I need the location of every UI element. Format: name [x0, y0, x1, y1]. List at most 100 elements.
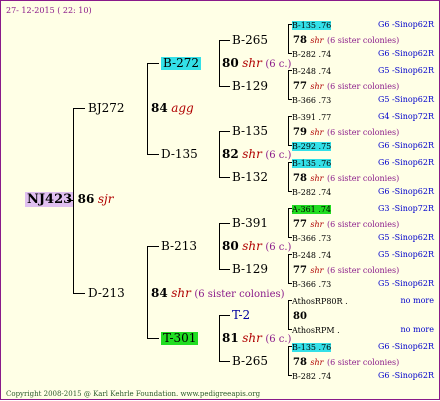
gen4-row[interactable]: B-282 .74 G6 -Sinop62R [292, 47, 434, 61]
gen3-node-3-score: 79 shr (6 sister colonies) [293, 127, 400, 138]
gen2-node-1-score: 80 shr (6 c.) [222, 56, 292, 71]
gen4-label[interactable]: AthosRP80R . [292, 297, 348, 306]
gen3-node-1[interactable]: B-265 [232, 34, 268, 47]
connector [219, 269, 230, 270]
gen3-node-7[interactable]: T-2 [232, 309, 250, 322]
gen4-row[interactable]: B-135 .76 G6 -Sinop62R [292, 156, 434, 170]
connector [219, 40, 230, 41]
gen4-row[interactable]: B-248 .74 G5 -Sinop62R [292, 248, 434, 262]
connector [288, 346, 292, 347]
gen4-row[interactable]: B-135 .76 G6 -Sinop62R [292, 340, 434, 354]
gen2-node-3[interactable]: B-213 [161, 240, 197, 253]
gen2-node-4-score: 81 shr (6 c.) [222, 331, 292, 346]
gen1-node-1[interactable]: BJ272 [88, 102, 125, 115]
pedigree-chart: 27- 12-2015 ( 22: 10) Copyright 2008-201… [0, 0, 440, 400]
connector [288, 254, 292, 255]
gen3-node-5[interactable]: B-391 [232, 217, 268, 230]
gen3-node-3[interactable]: B-135 [232, 125, 268, 138]
connector [147, 246, 148, 339]
gen3-node-2[interactable]: B-129 [232, 80, 268, 93]
connector [147, 63, 148, 155]
connector [288, 70, 289, 100]
gen4-row[interactable]: B-391 .77 G4 -Sinop72R [292, 110, 434, 124]
gen4-label[interactable]: B-366 .73 [292, 280, 331, 289]
gen4-label[interactable]: B-366 .73 [292, 234, 331, 243]
gen4-label[interactable]: B-282 .74 [292, 50, 331, 59]
connector [288, 99, 292, 100]
gen3-node-7-score: 80 [293, 311, 307, 322]
connector [73, 108, 74, 294]
gen4-row[interactable]: B-366 .73 G5 -Sinop62R [292, 277, 434, 291]
gen4-label[interactable]: B-391 .77 [292, 113, 331, 122]
gen3-node-6[interactable]: B-129 [232, 263, 268, 276]
gen2-node-2-score: 82 shr (6 c.) [222, 147, 292, 162]
gen3-node-5-score: 77 shr (6 sister colonies) [293, 219, 400, 230]
gen4-label[interactable]: B-282 .74 [292, 188, 331, 197]
connector [288, 116, 289, 146]
gen4-row[interactable]: B-282 .74 G6 -Sinop62R [292, 185, 434, 199]
connector [219, 223, 230, 224]
gen4-origin: G5 -Sinop62R [377, 279, 434, 288]
gen4-origin: G6 -Sinop62R [377, 158, 434, 167]
timestamp: 27- 12-2015 ( 22: 10) [6, 6, 92, 15]
gen4-label[interactable]: B-135 .76 [292, 343, 332, 352]
copyright-footer: Copyright 2008-2015 @ Karl Kehrle Founda… [6, 390, 261, 398]
connector [73, 108, 85, 109]
gen4-row[interactable]: B-282 .74 G6 -Sinop62R [292, 369, 434, 383]
connector [219, 86, 230, 87]
connector [288, 375, 292, 376]
gen3-node-4[interactable]: B-132 [232, 171, 268, 184]
gen4-label[interactable]: B-135 .76 [292, 159, 332, 168]
gen4-row[interactable]: B-135 .76 G6 -Sinop62R [292, 18, 434, 32]
gen4-label[interactable]: AthosRPM . [292, 326, 340, 335]
gen2-node-4[interactable]: T-301 [161, 332, 199, 345]
connector [288, 300, 289, 330]
connector [288, 145, 292, 146]
gen4-label[interactable]: A-361 .74 [292, 205, 332, 214]
gen4-origin: G5 -Sinop62R [377, 95, 434, 104]
gen4-row[interactable]: AthosRPM . no more [292, 323, 434, 337]
gen4-row[interactable]: AthosRP80R . no more [292, 294, 434, 308]
gen4-row[interactable]: B-292 .75 G6 -Sinop62R [292, 139, 434, 153]
gen4-label[interactable]: B-292 .75 [292, 142, 332, 151]
gen4-origin: G6 -Sinop62R [377, 342, 434, 351]
connector [288, 208, 292, 209]
gen1-node-2[interactable]: D-213 [88, 287, 125, 300]
gen4-row[interactable]: B-366 .73 G5 -Sinop62R [292, 93, 434, 107]
gen3-node-8[interactable]: B-265 [232, 355, 268, 368]
gen4-label[interactable]: B-135 .76 [292, 21, 332, 30]
gen4-origin: no more [400, 325, 434, 334]
connector [219, 315, 220, 362]
gen4-origin: no more [400, 296, 434, 305]
connector [288, 24, 292, 25]
gen4-origin: G5 -Sinop62R [377, 233, 434, 242]
root-score: 86 [77, 192, 95, 206]
connector [288, 24, 289, 54]
gen2-node-2[interactable]: D-135 [161, 148, 198, 161]
gen4-label[interactable]: B-282 .74 [292, 372, 331, 381]
gen4-label[interactable]: B-248 .74 [292, 67, 331, 76]
gen1-node-2-score: 84 shr (6 sister colonies) [151, 286, 285, 301]
connector [219, 131, 230, 132]
connector [219, 177, 230, 178]
gen3-node-1-score: 78 shr (6 sister colonies) [293, 35, 400, 46]
connector [219, 315, 230, 316]
gen1-node-1-score: 84 agg [151, 101, 194, 115]
connector [288, 162, 289, 192]
gen4-origin: G6 -Sinop62R [377, 141, 434, 150]
gen4-origin: G5 -Sinop62R [377, 66, 434, 75]
gen2-node-1[interactable]: B-272 [161, 57, 201, 70]
connector [147, 154, 159, 155]
connector [288, 329, 292, 330]
gen4-origin: G6 -Sinop62R [377, 187, 434, 196]
gen4-origin: G6 -Sinop62R [377, 371, 434, 380]
gen4-row[interactable]: B-366 .73 G5 -Sinop62R [292, 231, 434, 245]
connector [147, 338, 159, 339]
connector [288, 237, 292, 238]
connector [288, 70, 292, 71]
gen4-row[interactable]: A-361 .74 G3 -Sinop72R [292, 202, 434, 216]
gen4-row[interactable]: B-248 .74 G5 -Sinop62R [292, 64, 434, 78]
gen4-label[interactable]: B-366 .73 [292, 96, 331, 105]
gen4-label[interactable]: B-248 .74 [292, 251, 331, 260]
gen4-origin: G6 -Sinop62R [377, 49, 434, 58]
